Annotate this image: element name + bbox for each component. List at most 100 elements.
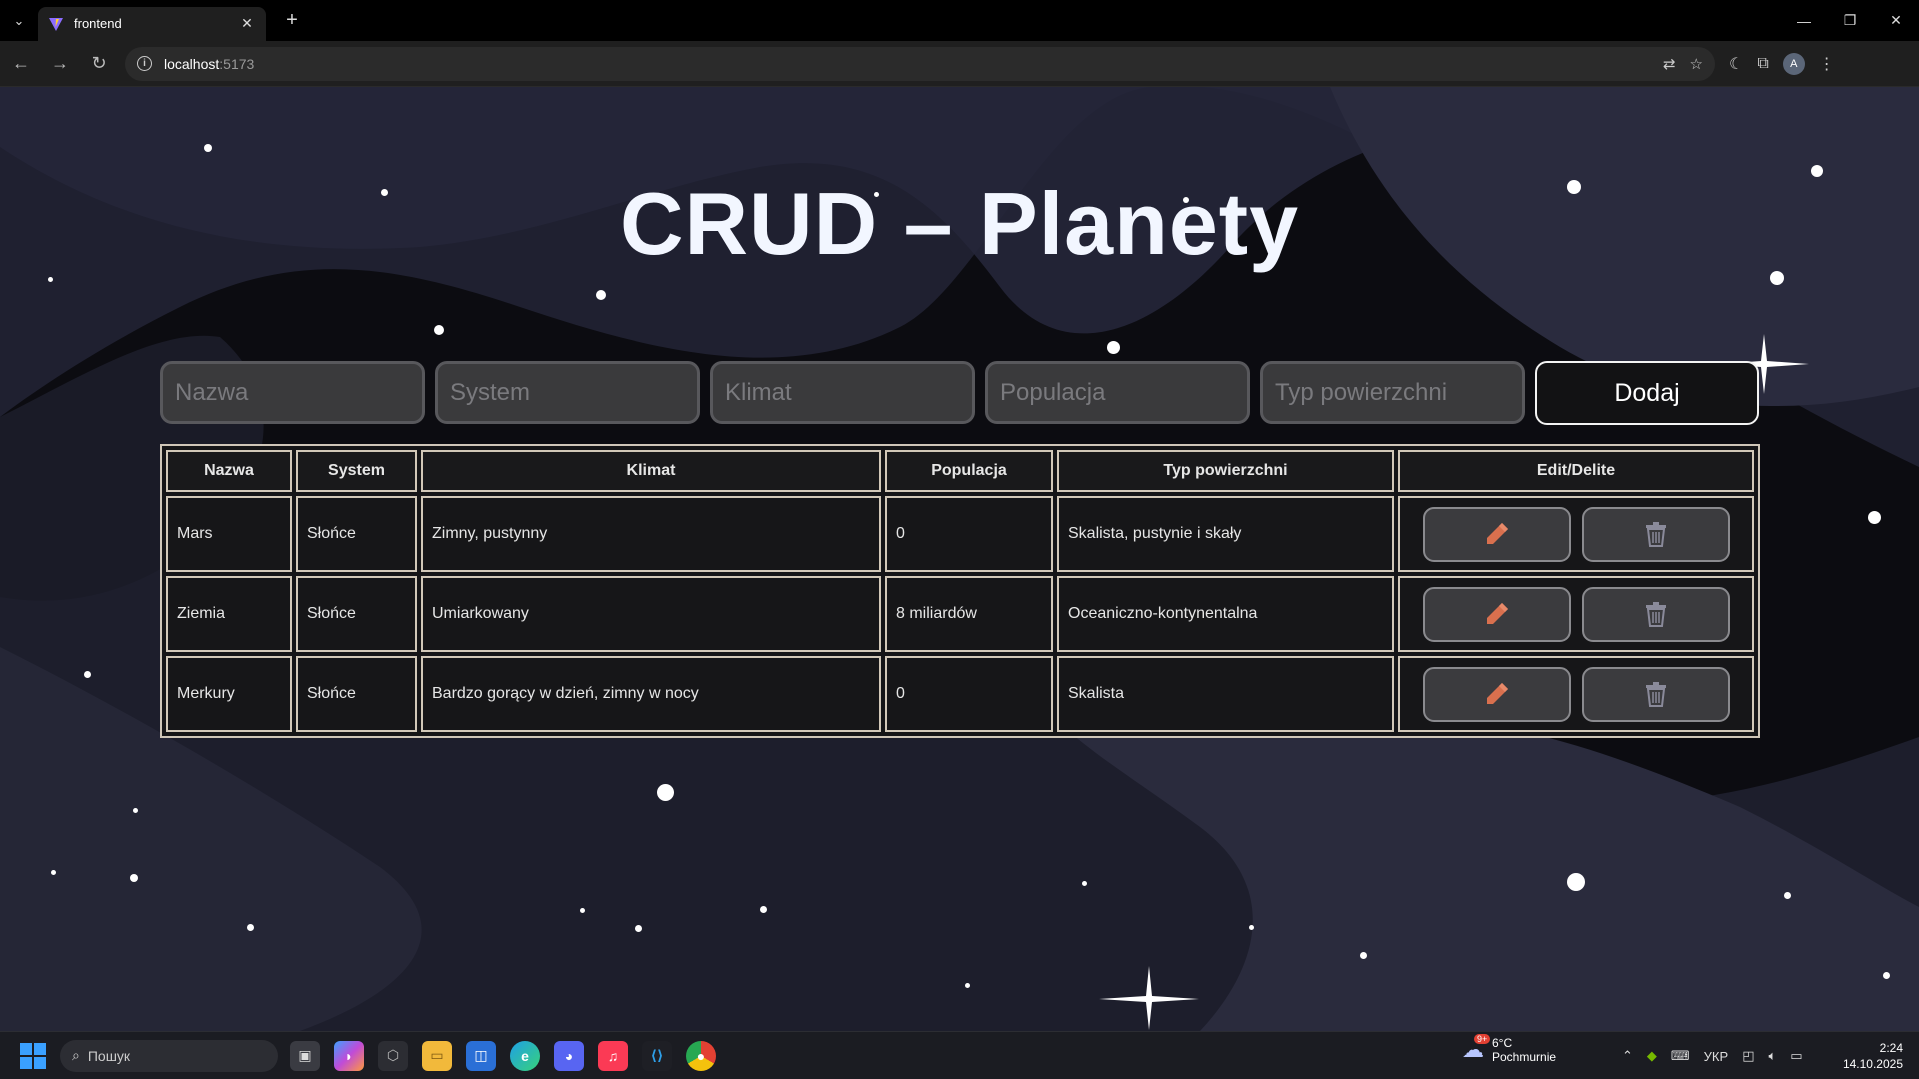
close-tab-icon[interactable]: ✕: [238, 15, 256, 32]
table-row: Merkury Słońce Bardzo gorący w dzień, zi…: [166, 656, 1754, 732]
header-actions: Edit/Delite: [1398, 450, 1754, 492]
system-input[interactable]: [435, 361, 700, 424]
header-climate: Klimat: [421, 450, 881, 492]
chrome-icon[interactable]: ●: [686, 1040, 716, 1071]
star-decoration: [596, 290, 606, 300]
address-bar[interactable]: i localhost:5173 ⇄ ☆: [125, 46, 1715, 81]
keyboard-icon[interactable]: ⌨: [1671, 1048, 1690, 1064]
cell-actions: [1398, 656, 1754, 732]
menu-kebab-icon[interactable]: ⋮: [1819, 54, 1835, 74]
cell-actions: [1398, 496, 1754, 572]
app-hexagon-icon[interactable]: ⬡: [378, 1040, 408, 1071]
nvidia-icon[interactable]: ◆: [1647, 1048, 1657, 1064]
tab-title: frontend: [74, 16, 122, 31]
taskbar-search-label: Пошук: [87, 1047, 131, 1064]
delete-button[interactable]: [1581, 586, 1730, 642]
search-icon: ⌕: [72, 1047, 80, 1063]
edit-button[interactable]: [1422, 666, 1571, 722]
cell-name: Ziemia: [166, 576, 292, 652]
cell-population: 0: [885, 496, 1053, 572]
edit-button[interactable]: [1422, 506, 1571, 562]
vscode-icon[interactable]: ⟨⟩: [642, 1040, 672, 1071]
task-view-icon[interactable]: ▣: [290, 1040, 320, 1071]
add-planet-form: Dodaj: [160, 361, 1759, 425]
star-decoration: [635, 925, 642, 932]
apple-music-icon[interactable]: ♫: [598, 1040, 628, 1071]
translate-icon[interactable]: ⇄: [1663, 55, 1676, 73]
sparkle-decoration: [1099, 966, 1199, 1030]
population-input[interactable]: [985, 361, 1250, 424]
cell-surface-type: Oceaniczno-kontynentalna: [1057, 576, 1394, 652]
page-title: CRUD – Planety: [619, 174, 1300, 273]
discord-icon[interactable]: ◕: [554, 1040, 584, 1071]
taskbar-search[interactable]: ⌕ Пошук: [60, 1039, 278, 1072]
weather-widget[interactable]: ☁ 6°C Pochmurnie 9+: [1462, 1034, 1556, 1065]
windows-taskbar: ⌕ Пошук ▣ ◗ ⬡ ▭ ◫ e ◕ ♫ ⟨⟩ ● ☁ 6°C Pochm…: [0, 1031, 1919, 1079]
forward-icon[interactable]: →: [42, 46, 78, 82]
volume-icon[interactable]: 🔈︎: [1768, 1048, 1776, 1064]
star-decoration: [1249, 925, 1254, 930]
clock-time: 2:24: [1879, 1041, 1903, 1055]
climate-input[interactable]: [710, 361, 975, 424]
cell-surface-type: Skalista, pustynie i skały: [1057, 496, 1394, 572]
delete-button[interactable]: [1581, 666, 1730, 722]
star-decoration: [1360, 952, 1367, 959]
vite-favicon-icon: [49, 17, 63, 31]
star-decoration: [1082, 881, 1087, 886]
star-decoration: [130, 874, 138, 882]
cell-actions: [1398, 576, 1754, 652]
planets-table: Nazwa System Klimat Populacja Typ powier…: [160, 444, 1760, 738]
close-window-icon[interactable]: ✕: [1873, 0, 1919, 41]
extensions-icon[interactable]: ⧉: [1757, 55, 1768, 73]
taskbar-clock[interactable]: 2:24 14.10.2025: [1843, 1040, 1903, 1072]
cell-population: 8 miliardów: [885, 576, 1053, 652]
profile-avatar[interactable]: A: [1782, 52, 1805, 75]
dark-mode-icon[interactable]: ☾: [1729, 54, 1743, 74]
tab-search-icon[interactable]: ⌄: [0, 0, 38, 41]
star-decoration: [247, 924, 254, 931]
header-name: Nazwa: [166, 450, 292, 492]
trash-icon: [1645, 602, 1666, 627]
edit-button[interactable]: [1422, 586, 1571, 642]
battery-icon[interactable]: ▭: [1790, 1048, 1802, 1064]
windows-start-icon[interactable]: [20, 1042, 46, 1069]
star-decoration: [1567, 873, 1585, 891]
star-decoration: [204, 144, 212, 152]
site-info-icon[interactable]: i: [137, 56, 152, 71]
delete-button[interactable]: [1581, 506, 1730, 562]
add-button[interactable]: Dodaj: [1535, 361, 1759, 425]
trash-icon: [1645, 522, 1666, 547]
window-controls: — ❐ ✕: [1781, 0, 1919, 41]
table-row: Mars Słońce Zimny, pustynny 0 Skalista, …: [166, 496, 1754, 572]
cell-population: 0: [885, 656, 1053, 732]
header-system: System: [296, 450, 417, 492]
minimize-icon[interactable]: —: [1781, 0, 1827, 41]
microsoft-store-icon[interactable]: ◫: [466, 1040, 496, 1071]
cell-system: Słońce: [296, 656, 417, 732]
clock-date: 14.10.2025: [1842, 1057, 1903, 1071]
chevron-up-icon[interactable]: ⌃: [1622, 1048, 1633, 1064]
cell-name: Merkury: [166, 656, 292, 732]
star-decoration: [1883, 972, 1890, 979]
input-language[interactable]: УКР: [1704, 1049, 1729, 1064]
weather-badge: 9+: [1474, 1034, 1491, 1044]
edge-browser-icon[interactable]: e: [510, 1040, 540, 1071]
url-host: localhost: [164, 55, 220, 72]
reload-icon[interactable]: ↻: [81, 46, 117, 82]
name-input[interactable]: [160, 361, 425, 424]
star-decoration: [48, 277, 53, 282]
star-decoration: [965, 983, 970, 988]
back-icon[interactable]: ←: [3, 46, 39, 82]
copilot-icon[interactable]: ◗: [334, 1040, 364, 1071]
restore-icon[interactable]: ❐: [1827, 0, 1873, 41]
network-icon[interactable]: ◰: [1742, 1048, 1754, 1064]
star-decoration: [434, 325, 444, 335]
bookmark-star-icon[interactable]: ☆: [1690, 55, 1703, 73]
new-tab-icon[interactable]: +: [280, 9, 304, 32]
surface-type-input[interactable]: [1260, 361, 1525, 424]
browser-tab[interactable]: frontend ✕: [38, 6, 266, 41]
browser-tab-bar: ⌄ frontend ✕ + — ❐ ✕: [0, 0, 1919, 41]
weather-temperature: 6°C: [1492, 1036, 1513, 1050]
file-explorer-icon[interactable]: ▭: [422, 1040, 452, 1071]
cell-system: Słońce: [296, 496, 417, 572]
